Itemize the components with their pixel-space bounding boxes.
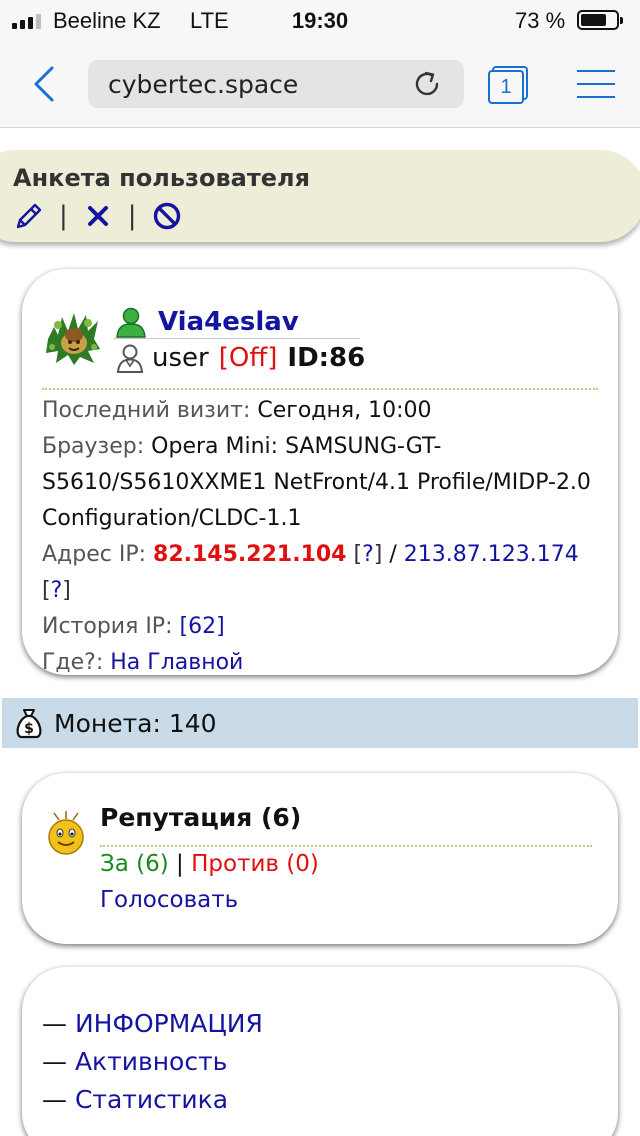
location-label: Где?: [42,650,104,675]
profile-links: — ИНФОРМАЦИЯ — Активность — Статистика [42,1005,263,1119]
separator: | [127,201,137,231]
header-actions: | | [13,200,183,232]
reputation-card: Репутация (6) За (6) | Против (0) Голосо… [22,773,618,944]
user-outline-icon [116,343,144,373]
back-button[interactable] [26,62,62,106]
ip-history-link[interactable]: [62] [180,614,225,639]
profile-details: Последний визит: Сегодня, 10:00 Браузер:… [42,393,602,681]
last-visit-row: Последний визит: Сегодня, 10:00 [42,393,602,429]
url-text[interactable]: cybertec.space [108,70,298,99]
edit-icon[interactable] [13,200,45,232]
ip-history-label: История IP: [42,614,173,639]
last-visit-label: Последний визит: [42,398,251,423]
coin-balance-bar: $ Монета: 140 [2,698,638,748]
tabs-button[interactable]: 1 [486,66,530,106]
ban-icon[interactable] [151,200,183,232]
browser-row: Браузер: Opera Mini: SAMSUNG-GT-S5610/S5… [42,429,602,537]
reload-button[interactable] [412,69,442,99]
user-icon [114,306,148,338]
ip-row: Адрес IP: 82.145.221.104 [?] / 213.87.12… [42,542,579,603]
profile-links-card: — ИНФОРМАЦИЯ — Активность — Статистика [22,967,618,1136]
last-visit-value: Сегодня, 10:00 [257,398,432,423]
battery-icon [577,10,623,30]
chevron-left-icon [34,66,54,102]
divider [100,845,592,847]
nickname-row: Via4eslav [114,305,360,339]
dash: — [42,1085,67,1114]
online-status: [Off] [218,343,278,373]
list-item: — Статистика [42,1081,263,1119]
statistics-link[interactable]: Статистика [75,1085,228,1114]
votes-against-link[interactable]: Против (0) [191,851,319,877]
browser-label: Браузер: [42,434,145,459]
ip-label: Адрес IP: [42,542,147,567]
browser-toolbar: cybertec.space 1 [0,42,640,128]
ip-lookup-link[interactable]: ? [51,578,63,603]
money-bag-icon: $ [12,706,46,740]
username-link[interactable]: Via4eslav [158,307,299,337]
ip-secondary[interactable]: 213.87.123.174 [404,542,579,567]
coin-balance: Монета: 140 [54,708,217,738]
reputation-votes: За (6) | Против (0) [100,851,319,877]
battery-percent: 73 % [515,8,566,33]
role-row: user [Off] ID:86 [116,343,365,373]
activity-link[interactable]: Активность [75,1047,227,1076]
smiley-icon [46,809,86,855]
hamburger-menu-icon[interactable] [577,70,615,100]
profile-card: Via4eslav user [Off] ID:86 Последний виз… [22,269,618,675]
user-role: user [152,343,209,373]
list-item: — Активность [42,1043,263,1081]
info-link[interactable]: ИНФОРМАЦИЯ [75,1009,263,1038]
ip-lookup-link[interactable]: ? [362,542,374,567]
close-icon[interactable] [82,200,114,232]
dash: — [42,1047,67,1076]
location-row: Где?: На Главной [42,645,602,681]
address-bar[interactable]: cybertec.space [88,60,464,108]
svg-text:$: $ [24,721,34,737]
separator: | [176,851,184,877]
ip-separator: / [389,542,397,567]
divider [42,388,598,390]
page-title: Анкета пользователя [13,164,310,192]
vote-link[interactable]: Голосовать [100,887,238,913]
ip-history-row: История IP: [62] [42,609,602,645]
ip-primary[interactable]: 82.145.221.104 [153,542,346,567]
reputation-title: Репутация (6) [100,803,302,832]
dash: — [42,1009,67,1038]
status-bar: Beeline KZ LTE 19:30 73 % [0,0,640,42]
reload-icon [415,71,439,96]
location-link[interactable]: На Главной [110,650,243,675]
separator: | [59,201,68,231]
user-id: ID:86 [287,343,366,373]
avatar[interactable] [44,309,102,367]
list-item: — ИНФОРМАЦИЯ [42,1005,263,1043]
tab-count: 1 [488,70,524,104]
votes-for-link[interactable]: За (6) [100,851,169,877]
